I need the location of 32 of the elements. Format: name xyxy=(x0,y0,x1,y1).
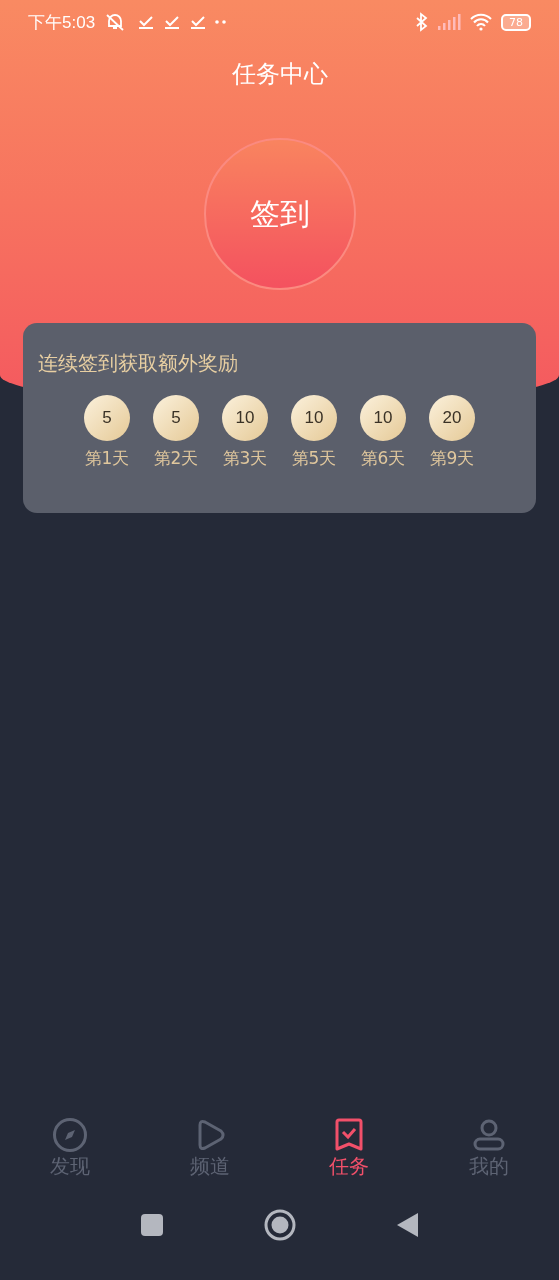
day-label: 第1天 xyxy=(84,447,130,470)
download-done-icon xyxy=(137,13,156,31)
reward-coin: 5 xyxy=(153,395,199,441)
day-label: 第2天 xyxy=(153,447,199,470)
card-title: 连续签到获取额外奖励 xyxy=(38,350,239,377)
download-done-icon xyxy=(189,13,208,31)
download-done-icon xyxy=(163,13,182,31)
status-time: 下午5:03 xyxy=(28,11,96,34)
tab[interactable]: 频道 xyxy=(139,1095,280,1190)
day-label: 第3天 xyxy=(222,447,268,470)
reward-coin: 5 xyxy=(84,395,130,441)
reward-coin: 20 xyxy=(429,395,475,441)
compass-icon xyxy=(51,1117,88,1153)
page-title: 任务中心 xyxy=(231,59,328,90)
reward-coin: 10 xyxy=(222,395,268,441)
sign-in-button[interactable]: 签到 xyxy=(203,138,356,290)
day-label: 第6天 xyxy=(360,447,406,470)
signal-icon xyxy=(437,13,461,31)
tab[interactable]: 我的 xyxy=(419,1095,559,1190)
battery-indicator: 78 xyxy=(501,13,531,31)
tab[interactable]: 任务 xyxy=(279,1095,420,1190)
day-label: 第9天 xyxy=(429,447,475,470)
reward-coin: 10 xyxy=(360,395,406,441)
reward-coin: 10 xyxy=(291,395,337,441)
wifi-icon xyxy=(469,13,493,31)
more-dots-icon xyxy=(215,20,227,24)
back-button[interactable] xyxy=(395,1212,420,1238)
recents-button[interactable] xyxy=(139,1213,164,1237)
tab[interactable]: 发现 xyxy=(0,1095,140,1190)
bluetooth-icon xyxy=(415,12,429,32)
home-button[interactable] xyxy=(263,1209,296,1241)
day-label: 第5天 xyxy=(291,447,337,470)
